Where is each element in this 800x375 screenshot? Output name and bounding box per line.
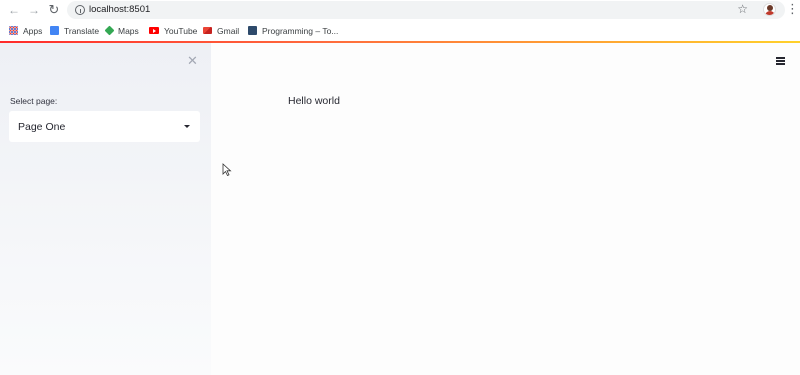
youtube-icon	[149, 27, 159, 34]
bookmark-label: Maps	[118, 25, 139, 36]
profile-avatar[interactable]	[763, 3, 776, 16]
sidebar: ✕ Select page: Page One	[0, 43, 211, 375]
chevron-down-icon	[184, 125, 190, 128]
bookmark-programming[interactable]: Programming – To...	[248, 23, 338, 38]
bookmark-star-icon[interactable]: ☆	[737, 2, 748, 16]
programming-icon	[248, 26, 257, 35]
bookmark-translate[interactable]: Translate	[50, 23, 99, 38]
site-info-icon[interactable]	[75, 5, 85, 15]
bookmark-youtube[interactable]: YouTube	[149, 23, 197, 38]
apps-icon	[9, 26, 18, 35]
browser-toolbar: ← → ↻ localhost:8501 ☆ ⋮	[0, 0, 800, 20]
bookmark-label: Apps	[23, 25, 43, 36]
bookmark-label: YouTube	[164, 25, 198, 36]
select-label: Select page:	[10, 96, 58, 106]
address-bar[interactable]: localhost:8501 ☆	[67, 1, 785, 19]
bookmark-label: Gmail	[217, 25, 240, 36]
bookmark-label: Programming – To...	[262, 25, 339, 36]
hamburger-menu-icon[interactable]	[776, 57, 785, 65]
bookmark-label: Translate	[64, 25, 100, 36]
main-content: Hello world	[211, 43, 800, 375]
close-sidebar-icon[interactable]: ✕	[187, 54, 198, 67]
page-select[interactable]: Page One	[9, 111, 200, 142]
mouse-cursor-icon	[222, 163, 232, 176]
bookmark-gmail[interactable]: Gmail	[203, 23, 239, 38]
bookmark-apps[interactable]: Apps	[9, 23, 42, 38]
browser-menu-icon[interactable]: ⋮	[786, 2, 799, 16]
content-text: Hello world	[288, 95, 340, 107]
select-value: Page One	[18, 121, 66, 133]
url-text[interactable]: localhost:8501	[89, 4, 150, 15]
bookmark-maps[interactable]: Maps	[104, 23, 139, 38]
maps-icon	[104, 25, 115, 36]
back-arrow-icon[interactable]: ←	[7, 3, 21, 17]
forward-arrow-icon[interactable]: →	[27, 3, 41, 17]
gmail-icon	[203, 27, 212, 34]
reload-icon[interactable]: ↻	[47, 3, 61, 17]
translate-icon	[50, 26, 59, 35]
bookmarks-bar: Apps Translate Maps YouTube Gmail Progra…	[0, 20, 800, 41]
